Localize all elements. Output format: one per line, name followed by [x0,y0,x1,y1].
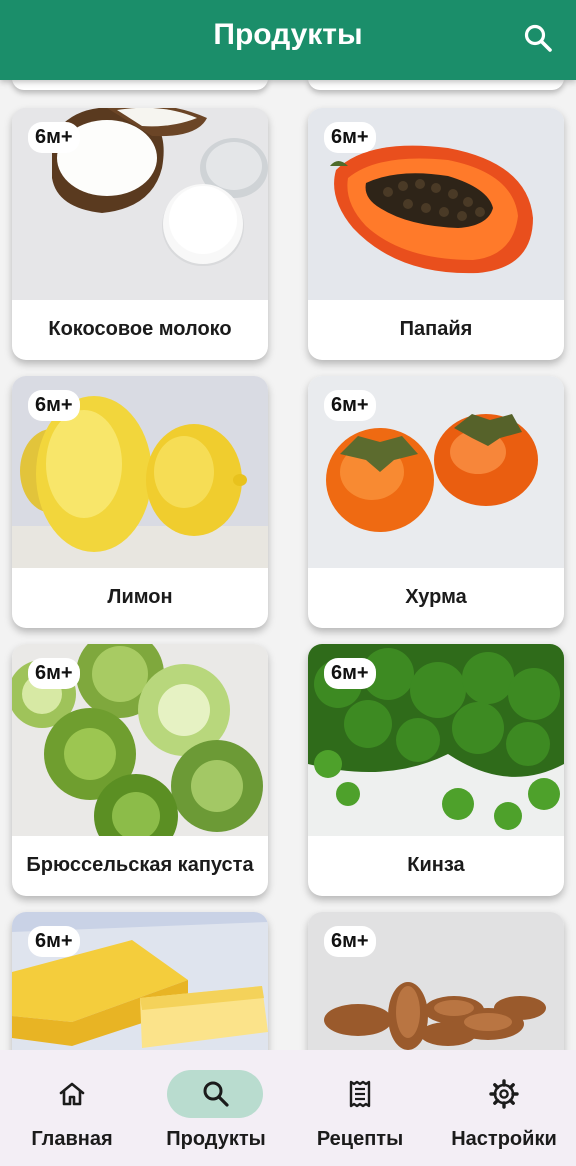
age-badge: 6м+ [324,658,376,689]
nav-label: Рецепты [316,1128,404,1150]
nav-item-products[interactable]: Продукты [144,1050,288,1166]
bottom-navigation: Главная Продукты Рецепты Настройки [0,1050,576,1166]
search-icon [203,1081,229,1107]
age-badge: 6м+ [28,926,80,957]
product-grid[interactable]: 6м+ Кокосовое молоко 6м+ Папайя 6м+ Лимо… [0,80,576,1050]
product-card[interactable]: 6м+ Хурма [308,376,564,628]
product-card[interactable]: 6м+ Брюссельская капуста [12,644,268,896]
product-card[interactable]: 6м+ Кинза [308,644,564,896]
product-name: Хурма [405,586,467,608]
product-name: Лимон [107,586,173,608]
product-name: Брюссельская капуста [26,854,254,876]
nav-label: Продукты [166,1128,266,1150]
age-badge: 6м+ [28,658,80,689]
home-icon [59,1082,85,1106]
nav-label: Настройки [451,1128,557,1150]
app-bar: Продукты [0,0,576,80]
age-badge: 6м+ [324,390,376,421]
age-badge: 6м+ [324,122,376,153]
age-badge: 6м+ [324,926,376,957]
receipt-icon [349,1080,371,1108]
product-card[interactable] [12,80,268,90]
product-name: Кинза [407,854,465,876]
age-badge: 6м+ [28,122,80,153]
nav-item-settings[interactable]: Настройки [432,1050,576,1166]
search-icon[interactable] [522,22,554,54]
product-card[interactable]: 6м+ Лимон [12,376,268,628]
product-card[interactable] [308,80,564,90]
product-card[interactable]: 6м+ [308,912,564,1050]
product-name: Кокосовое молоко [48,318,232,340]
nav-label: Главная [31,1128,113,1150]
age-badge: 6м+ [28,390,80,421]
product-name: Папайя [399,318,473,340]
product-card[interactable]: 6м+ Папайя [308,108,564,360]
gear-icon [489,1079,519,1109]
nav-item-recipes[interactable]: Рецепты [288,1050,432,1166]
nav-item-home[interactable]: Главная [0,1050,144,1166]
product-card[interactable]: 6м+ Кокосовое молоко [12,108,268,360]
page-title: Продукты [213,18,363,51]
product-card[interactable]: 6м+ [12,912,268,1050]
